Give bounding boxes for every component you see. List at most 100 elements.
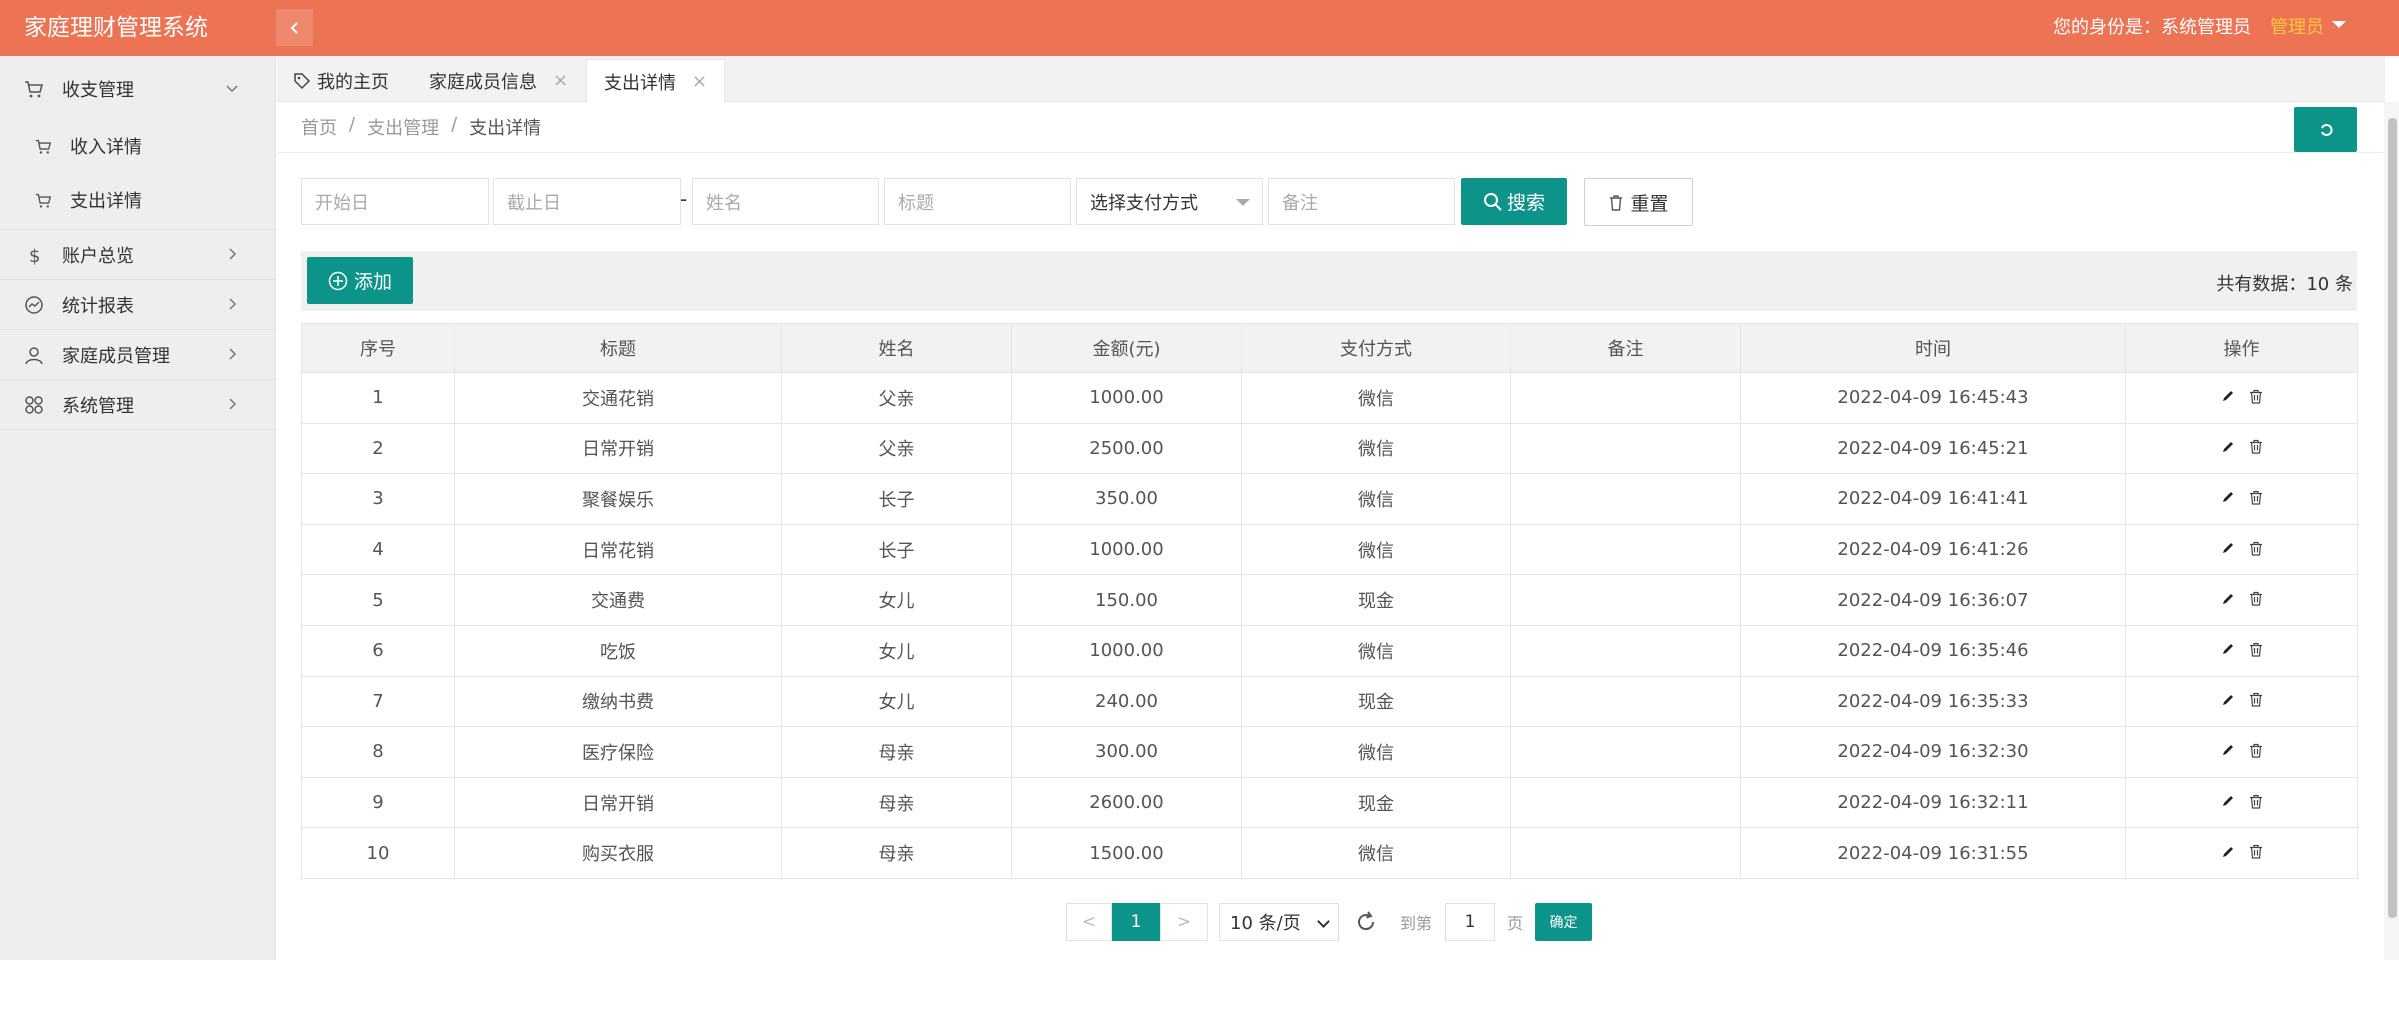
start-date-input[interactable]: 开始日 [301, 178, 489, 225]
name-input[interactable]: 姓名 [692, 178, 879, 225]
sidebar-item-system[interactable]: 系统管理 [0, 380, 276, 430]
tab-label: 家庭成员信息 [429, 71, 537, 93]
edit-icon[interactable] [2221, 490, 2235, 504]
table-row: 4 日常花销 长子 1000.00 微信 2022-04-09 16:41:26 [301, 523, 2358, 576]
sidebar-item-label: 统计报表 [62, 295, 134, 317]
page-unit-label: 页 [1507, 914, 1524, 933]
search-icon [1483, 192, 1502, 211]
table-cell: 女儿 [781, 675, 1012, 728]
delete-icon[interactable] [2249, 490, 2263, 505]
table-cell: 2500.00 [1011, 422, 1242, 475]
table-cell: 2 [301, 422, 455, 475]
edit-icon[interactable] [2221, 743, 2235, 757]
table-cell: 日常开销 [454, 422, 782, 475]
sidebar-item-income[interactable]: 收入详情 [0, 119, 276, 173]
table-cell: 10 [301, 827, 455, 879]
add-button[interactable]: 添加 [307, 257, 413, 304]
breadcrumb: 首页 / 支出管理 / 支出详情 [301, 114, 541, 140]
edit-icon[interactable] [2221, 541, 2235, 555]
breadcrumb-home[interactable]: 首页 [301, 114, 337, 140]
edit-icon[interactable] [2221, 592, 2235, 606]
sidebar-item-finance[interactable]: 收支管理 [0, 64, 276, 114]
page-size-select[interactable]: 10 条/页 [1219, 903, 1339, 941]
chevron-right-icon [229, 398, 237, 410]
table-cell [1510, 473, 1741, 525]
table-cell: 长子 [781, 473, 1012, 525]
edit-icon[interactable] [2221, 389, 2235, 403]
sidebar-item-label: 收支管理 [62, 80, 134, 101]
table-cell: 9 [301, 776, 455, 829]
user-menu[interactable]: 管理员 [2270, 16, 2346, 40]
page-number-button[interactable]: 1 [1112, 903, 1160, 941]
goto-page-input[interactable]: 1 [1445, 903, 1495, 941]
table-cell: 2022-04-09 16:35:46 [1740, 624, 2126, 677]
end-date-input[interactable]: 截止日 [493, 178, 681, 225]
table-cell-actions [2125, 624, 2358, 677]
sidebar-item-label: 账户总览 [62, 245, 134, 267]
delete-icon[interactable] [2249, 794, 2263, 809]
divider [277, 152, 2384, 153]
breadcrumb-section[interactable]: 支出管理 [367, 114, 439, 140]
user-icon [25, 347, 43, 365]
search-button[interactable]: 搜索 [1461, 178, 1567, 225]
confirm-page-button[interactable]: 确定 [1535, 903, 1592, 941]
table-row: 2 日常开销 父亲 2500.00 微信 2022-04-09 16:45:21 [301, 422, 2358, 475]
delete-icon[interactable] [2249, 743, 2263, 758]
table-cell: 医疗保险 [454, 726, 782, 778]
table-cell: 300.00 [1011, 726, 1242, 778]
close-icon[interactable]: × [553, 70, 568, 91]
remark-input[interactable]: 备注 [1268, 178, 1455, 225]
tab-expense-details[interactable]: 支出详情 × [586, 59, 725, 103]
top-header: 家庭理财管理系统 您的身份是：系统管理员 管理员 [0, 0, 2399, 56]
table-cell: 母亲 [781, 827, 1012, 879]
table-row: 8 医疗保险 母亲 300.00 微信 2022-04-09 16:32:30 [301, 726, 2358, 778]
scrollbar-thumb[interactable] [2388, 118, 2397, 918]
table-cell: 2022-04-09 16:41:26 [1740, 523, 2126, 576]
edit-icon[interactable] [2221, 440, 2235, 454]
edit-icon[interactable] [2221, 794, 2235, 808]
column-header: 操作 [2125, 323, 2358, 373]
sidebar-item-expense[interactable]: 支出详情 [0, 173, 276, 227]
delete-icon[interactable] [2249, 692, 2263, 707]
edit-icon[interactable] [2221, 693, 2235, 707]
sidebar-collapse-button[interactable] [276, 9, 313, 46]
tab-family-members[interactable]: 家庭成员信息 × [429, 59, 568, 102]
column-header: 金额(元) [1011, 323, 1242, 373]
edit-icon[interactable] [2221, 642, 2235, 656]
table-cell [1510, 624, 1741, 677]
payment-method-select[interactable]: 选择支付方式 [1076, 178, 1263, 225]
table-cell [1510, 675, 1741, 728]
add-button-label: 添加 [353, 271, 392, 293]
refresh-page-button[interactable] [2294, 107, 2357, 152]
edit-icon[interactable] [2221, 845, 2235, 859]
title-input[interactable]: 标题 [884, 178, 1071, 225]
prev-page-button[interactable]: < [1066, 903, 1112, 941]
delete-icon[interactable] [2249, 591, 2263, 606]
next-page-button[interactable]: > [1160, 903, 1208, 941]
table-row: 3 聚餐娱乐 长子 350.00 微信 2022-04-09 16:41:41 [301, 473, 2358, 525]
refresh-icon[interactable] [1354, 910, 1378, 934]
sidebar-item-reports[interactable]: 统计报表 [0, 280, 276, 330]
breadcrumb-separator: / [451, 114, 458, 135]
table-cell-actions [2125, 372, 2358, 424]
table-cell: 微信 [1241, 473, 1511, 525]
delete-icon[interactable] [2249, 389, 2263, 404]
table-cell [1510, 422, 1741, 475]
delete-icon[interactable] [2249, 642, 2263, 657]
sidebar-item-members[interactable]: 家庭成员管理 [0, 330, 276, 380]
delete-icon[interactable] [2249, 439, 2263, 454]
close-icon[interactable]: × [692, 71, 707, 92]
table-body: 1 交通花销 父亲 1000.00 微信 2022-04-09 16:45:43 2 日常开销… [301, 372, 2358, 879]
reset-button[interactable]: 重置 [1584, 178, 1693, 226]
table-row: 7 缴纳书费 女儿 240.00 现金 2022-04-09 16:35:33 [301, 675, 2358, 728]
table-cell: 交通花销 [454, 372, 782, 424]
delete-icon[interactable] [2249, 844, 2263, 859]
table-cell [1510, 372, 1741, 424]
delete-icon[interactable] [2249, 541, 2263, 556]
tab-home[interactable]: 我的主页 [293, 59, 389, 102]
sidebar-item-accounts[interactable]: $ 账户总览 [0, 230, 276, 280]
svg-text:$: $ [29, 246, 40, 265]
page-size-value: 10 条/页 [1230, 913, 1301, 934]
column-header: 姓名 [781, 323, 1012, 373]
table-cell: 3 [301, 473, 455, 525]
